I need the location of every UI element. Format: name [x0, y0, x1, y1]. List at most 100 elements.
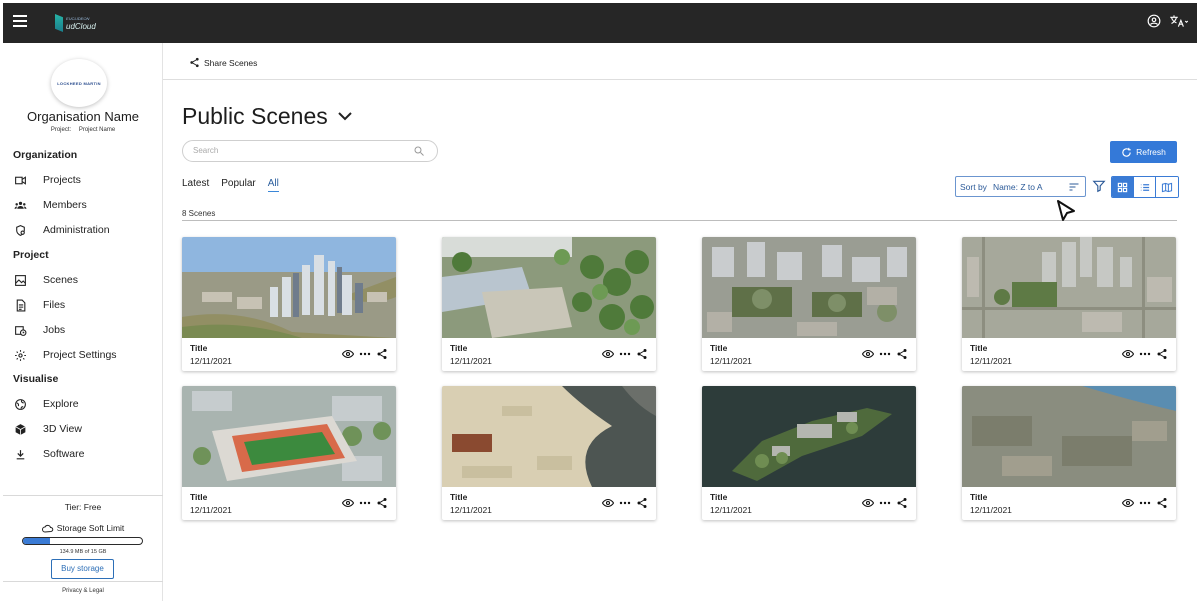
list-view-button[interactable] [1134, 177, 1156, 197]
eye-icon[interactable] [1121, 347, 1134, 360]
more-icon[interactable] [618, 347, 631, 360]
filter-icon[interactable] [1092, 179, 1106, 193]
scene-thumbnail[interactable] [702, 237, 916, 338]
view-toggle [1111, 176, 1179, 198]
sidebar-item-software[interactable]: Software [13, 445, 84, 463]
scene-date: 12/11/2021 [970, 356, 1012, 366]
scene-actions [1121, 347, 1168, 360]
eye-icon[interactable] [1121, 496, 1134, 509]
page-title-text: Public Scenes [182, 103, 328, 129]
projects-icon [13, 173, 27, 187]
share-icon[interactable] [375, 347, 388, 360]
menu-icon[interactable] [13, 15, 27, 27]
share-icon[interactable] [375, 496, 388, 509]
chevron-down-icon[interactable] [338, 109, 352, 124]
storage-limit: Storage Soft Limit [3, 523, 163, 533]
scene-date: 12/11/2021 [190, 505, 232, 515]
more-icon[interactable] [618, 496, 631, 509]
grid-view-button[interactable] [1112, 177, 1134, 197]
eye-icon[interactable] [861, 347, 874, 360]
scene-card[interactable]: Title 12/11/2021 [962, 237, 1176, 371]
share-icon[interactable] [895, 347, 908, 360]
scene-date: 12/11/2021 [710, 505, 752, 515]
share-icon [190, 57, 199, 68]
scene-thumbnail[interactable] [182, 237, 396, 338]
share-scenes-button[interactable]: Share Scenes [189, 57, 257, 68]
storage-usage: 134.9 MB of 15 GB [59, 549, 107, 555]
sidebar-item-files[interactable]: Files [13, 296, 65, 314]
more-icon[interactable] [358, 347, 371, 360]
scene-title: Title [450, 492, 468, 502]
more-icon[interactable] [878, 347, 891, 360]
map-view-button[interactable] [1156, 177, 1178, 197]
scene-actions [861, 347, 908, 360]
scene-card[interactable]: Title 12/11/2021 [702, 386, 916, 520]
search-input[interactable] [193, 146, 393, 155]
jobs-icon [13, 323, 27, 337]
sidebar-item-3d-view[interactable]: 3D View [13, 420, 82, 438]
sidebar-item-label: Explore [43, 398, 79, 410]
sidebar-item-members[interactable]: Members [13, 196, 87, 214]
scene-thumbnail[interactable] [442, 237, 656, 338]
scene-thumbnail[interactable] [962, 386, 1176, 487]
share-icon[interactable] [635, 347, 648, 360]
tab-all[interactable]: All [267, 178, 279, 192]
share-icon[interactable] [895, 496, 908, 509]
organisation-logo: LOCKHEED MARTIN [57, 80, 101, 86]
share-icon[interactable] [1155, 347, 1168, 360]
translate-icon[interactable] [1169, 14, 1189, 31]
search-field[interactable] [182, 140, 438, 162]
eye-icon[interactable] [601, 496, 614, 509]
scene-title: Title [450, 343, 468, 353]
scene-card[interactable]: Title 12/11/2021 [962, 386, 1176, 520]
gear-icon [13, 348, 27, 362]
sidebar-item-administration[interactable]: Administration [13, 221, 110, 239]
cloud-icon [41, 524, 53, 533]
more-icon[interactable] [358, 496, 371, 509]
scene-card[interactable]: Title 12/11/2021 [442, 386, 656, 520]
sidebar-item-project-settings[interactable]: Project Settings [13, 346, 117, 364]
sidebar-item-jobs[interactable]: Jobs [13, 321, 65, 339]
share-icon[interactable] [635, 496, 648, 509]
scene-card[interactable]: Title 12/11/2021 [442, 237, 656, 371]
eye-icon[interactable] [341, 347, 354, 360]
scene-card[interactable]: Title 12/11/2021 [702, 237, 916, 371]
privacy-legal-link[interactable]: Privacy & Legal [3, 581, 163, 594]
share-icon[interactable] [1155, 496, 1168, 509]
scene-date: 12/11/2021 [450, 356, 492, 366]
scene-tabs: Latest Popular All [182, 178, 279, 192]
sort-select[interactable]: Sort by Name: Z to A [955, 176, 1086, 197]
app-logo[interactable]: EUCLIDEON udCloud [55, 12, 96, 34]
search-icon[interactable] [413, 145, 425, 157]
scene-card[interactable]: Title 12/11/2021 [182, 237, 396, 371]
scene-actions [601, 496, 648, 509]
eye-icon[interactable] [601, 347, 614, 360]
project-name: Project Name [78, 127, 116, 133]
scene-title: Title [970, 492, 988, 502]
eye-icon[interactable] [861, 496, 874, 509]
scene-thumbnail[interactable] [442, 386, 656, 487]
scene-actions [1121, 496, 1168, 509]
scene-card[interactable]: Title 12/11/2021 [182, 386, 396, 520]
scene-thumbnail[interactable] [962, 237, 1176, 338]
more-icon[interactable] [1138, 496, 1151, 509]
more-icon[interactable] [1138, 347, 1151, 360]
more-icon[interactable] [878, 496, 891, 509]
tab-latest[interactable]: Latest [182, 178, 209, 192]
sidebar-item-projects[interactable]: Projects [13, 171, 81, 189]
sidebar-item-scenes[interactable]: Scenes [13, 271, 78, 289]
project-line: Project: Project Name [3, 127, 163, 133]
scene-thumbnail[interactable] [702, 386, 916, 487]
storage-progress-fill [23, 538, 51, 544]
scene-actions [601, 347, 648, 360]
tab-popular[interactable]: Popular [221, 178, 255, 192]
scene-date: 12/11/2021 [710, 356, 752, 366]
sidebar-item-explore[interactable]: Explore [13, 395, 79, 413]
scene-thumbnail[interactable] [182, 386, 396, 487]
account-circle-icon[interactable] [1147, 14, 1161, 31]
section-organization: Organization [13, 149, 78, 161]
scene-count: 8 Scenes [182, 209, 216, 218]
buy-storage-button[interactable]: Buy storage [51, 559, 114, 579]
refresh-button[interactable]: Refresh [1110, 141, 1177, 163]
eye-icon[interactable] [341, 496, 354, 509]
